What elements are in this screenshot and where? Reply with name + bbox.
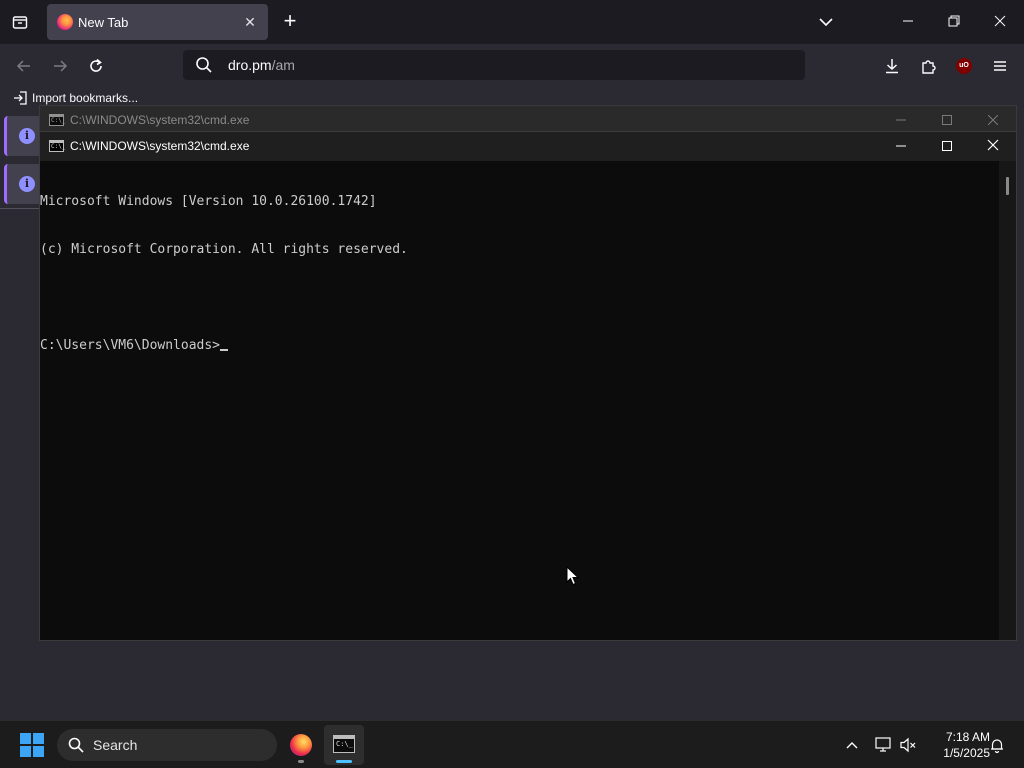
chevron-up-icon[interactable] <box>840 733 864 757</box>
clock-time: 7:18 AM <box>945 730 990 744</box>
firefox-icon <box>57 14 73 30</box>
cmd-title-bar[interactable]: C:\_ C:\WINDOWS\system32\cmd.exe <box>40 132 1016 161</box>
taskbar: Search C:\_ 7:18 AM 1/5/2025 <box>0 720 1024 768</box>
scrollbar-thumb[interactable] <box>1006 177 1009 195</box>
running-indicator <box>298 760 304 763</box>
terminal-icon: C:\_ <box>49 140 65 152</box>
volume-muted-icon[interactable] <box>897 733 921 757</box>
info-icon: i <box>19 176 35 192</box>
menu-button[interactable] <box>986 52 1014 80</box>
notification-card[interactable]: i <box>4 164 44 204</box>
minimize-button[interactable] <box>878 106 924 134</box>
close-button[interactable] <box>970 132 1016 161</box>
console-line: (c) Microsoft Corporation. All rights re… <box>40 242 408 257</box>
url-path: /am <box>271 57 295 73</box>
firefox-icon <box>290 734 312 756</box>
hamburger-icon <box>994 61 1006 71</box>
search-icon <box>195 56 213 79</box>
browser-nav-bar: dro.pm/am uO <box>0 44 1024 86</box>
windows-start-icon[interactable] <box>20 733 44 757</box>
close-icon[interactable]: ✕ <box>240 12 260 32</box>
info-icon: i <box>19 128 35 144</box>
text-cursor <box>220 349 229 351</box>
maximize-button[interactable] <box>924 106 970 134</box>
address-bar[interactable]: dro.pm/am <box>183 50 805 80</box>
console-line: Microsoft Windows [Version 10.0.26100.17… <box>40 194 377 209</box>
network-icon[interactable] <box>872 733 896 757</box>
taskbar-app-firefox[interactable] <box>281 725 321 765</box>
minimize-button[interactable] <box>894 8 922 36</box>
restore-button[interactable] <box>940 8 968 36</box>
active-indicator <box>336 760 352 763</box>
import-bookmarks-label: Import bookmarks... <box>32 91 139 105</box>
url-text: dro.pm/am <box>228 57 295 73</box>
search-icon <box>68 737 84 758</box>
forward-button[interactable] <box>46 52 74 80</box>
clock-date: 1/5/2025 <box>943 746 990 760</box>
tab-new-tab[interactable]: New Tab ✕ <box>47 4 268 40</box>
cmd-window-title: C:\WINDOWS\system32\cmd.exe <box>70 139 250 153</box>
search-label: Search <box>93 737 138 753</box>
console-output[interactable]: Microsoft Windows [Version 10.0.26100.17… <box>40 161 1000 640</box>
taskbar-app-cmd[interactable]: C:\_ <box>324 725 364 765</box>
firefox-view-icon[interactable] <box>8 10 32 34</box>
import-bookmarks-link[interactable]: Import bookmarks... <box>13 91 138 105</box>
close-window-button[interactable] <box>986 8 1014 36</box>
terminal-icon: C:\_ <box>333 735 355 753</box>
extensions-button[interactable] <box>914 52 942 80</box>
console-prompt: C:\Users\VM6\Downloads> <box>40 338 221 353</box>
chevron-down-icon[interactable] <box>814 10 838 34</box>
system-clock[interactable]: 7:18 AM 1/5/2025 <box>922 729 990 761</box>
downloads-button[interactable] <box>878 52 906 80</box>
divider <box>0 208 40 209</box>
terminal-icon: C:\_ <box>49 114 65 126</box>
notifications-bell-icon[interactable] <box>985 733 1009 757</box>
taskbar-search[interactable]: Search <box>57 729 277 761</box>
back-button[interactable] <box>10 52 38 80</box>
ublock-button[interactable]: uO <box>950 52 978 80</box>
reload-button[interactable] <box>82 52 110 80</box>
url-host: dro.pm <box>228 57 272 73</box>
download-icon <box>886 59 898 74</box>
notification-card[interactable]: i <box>4 116 44 156</box>
cmd-window-title: C:\WINDOWS\system32\cmd.exe <box>70 113 250 127</box>
close-button[interactable] <box>970 106 1016 134</box>
scrollbar[interactable] <box>999 161 1016 640</box>
mouse-pointer-icon <box>566 566 580 586</box>
puzzle-icon <box>922 60 936 74</box>
console-prompt-line: C:\Users\VM6\Downloads> <box>40 338 1000 354</box>
cmd-window[interactable]: C:\_ C:\WINDOWS\system32\cmd.exe Microso… <box>39 131 1017 641</box>
new-tab-button[interactable]: + <box>278 10 302 34</box>
minimize-button[interactable] <box>878 132 924 161</box>
import-icon <box>14 91 27 105</box>
tab-title: New Tab <box>78 15 129 30</box>
maximize-button[interactable] <box>924 132 970 161</box>
ublock-icon: uO <box>956 58 972 74</box>
browser-tab-bar: New Tab ✕ + <box>0 0 1024 44</box>
